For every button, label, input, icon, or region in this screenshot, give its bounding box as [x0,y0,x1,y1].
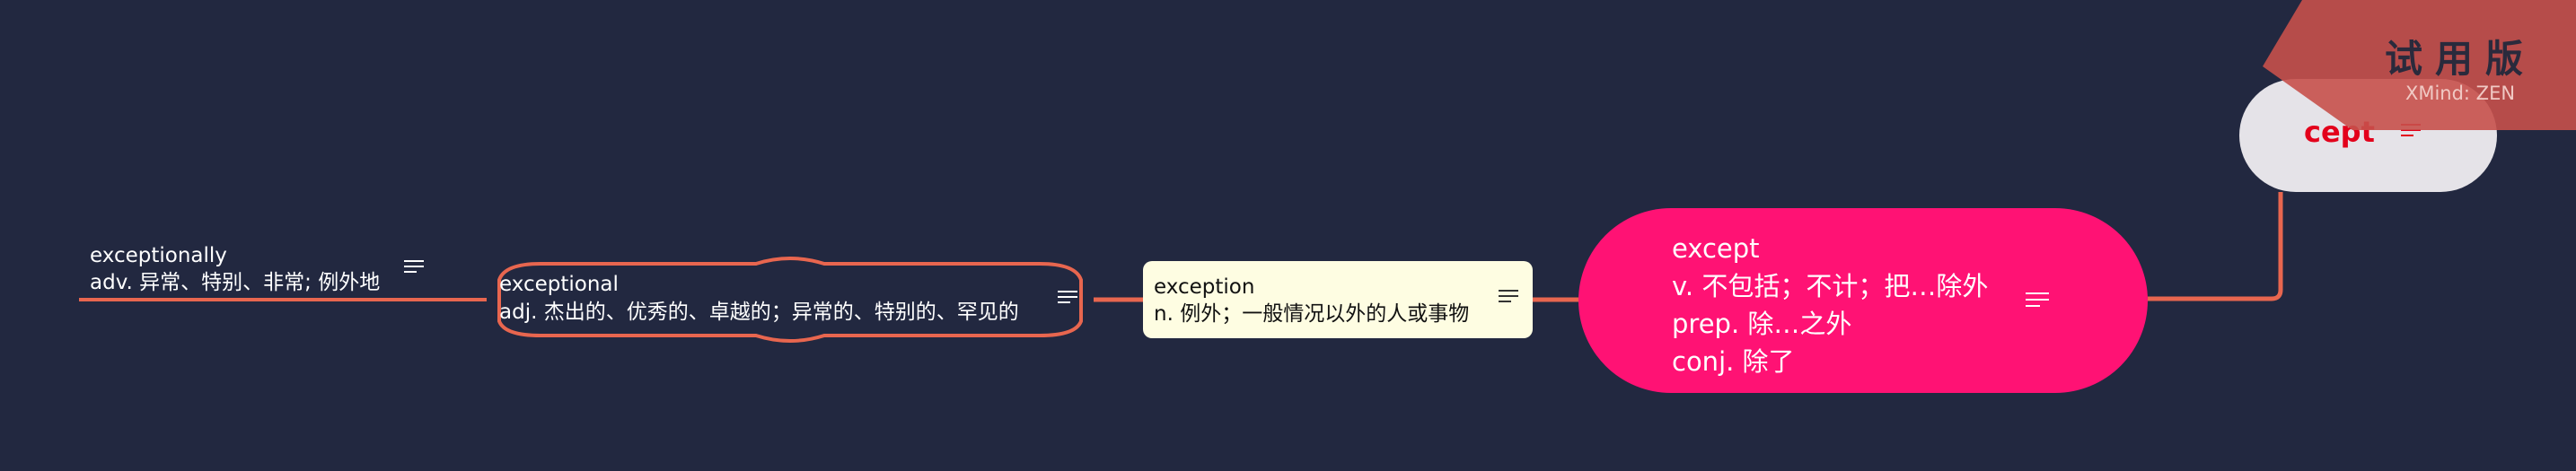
note-icon[interactable] [1058,291,1077,303]
topic-exception[interactable]: exception n. 例外；一般情况以外的人或事物 [1143,261,1533,338]
topic-exceptional-label: exceptional adj. 杰出的、优秀的、卓越的；异常的、特别的、罕见的 [499,273,1019,324]
trial-watermark: 试用版 XMind: ZEN [2263,0,2576,130]
trial-title: 试用版 [2384,37,2536,81]
connector-cept-except [2148,192,2283,301]
topic-exceptional[interactable]: exceptional adj. 杰出的、优秀的、卓越的；异常的、特别的、罕见的 [487,253,1094,346]
note-icon[interactable] [1499,290,1518,302]
note-icon[interactable] [404,260,424,273]
topic-except-label: except v. 不包括；不计；把…除外 prep. 除…之外 conj. 除… [1672,233,1989,377]
topic-exceptionally-label: exceptionally adv. 异常、特别、非常; 例外地 [90,244,381,294]
topic-except[interactable]: except v. 不包括；不计；把…除外 prep. 除…之外 conj. 除… [1578,208,2148,393]
connector-layer [79,192,2283,302]
trial-subtitle: XMind: ZEN [2405,83,2516,104]
note-icon[interactable] [2026,292,2049,307]
topic-exception-label: exception n. 例外；一般情况以外的人或事物 [1154,275,1470,326]
topic-exceptionally[interactable]: exceptionally adv. 异常、特别、非常; 例外地 [79,240,485,300]
